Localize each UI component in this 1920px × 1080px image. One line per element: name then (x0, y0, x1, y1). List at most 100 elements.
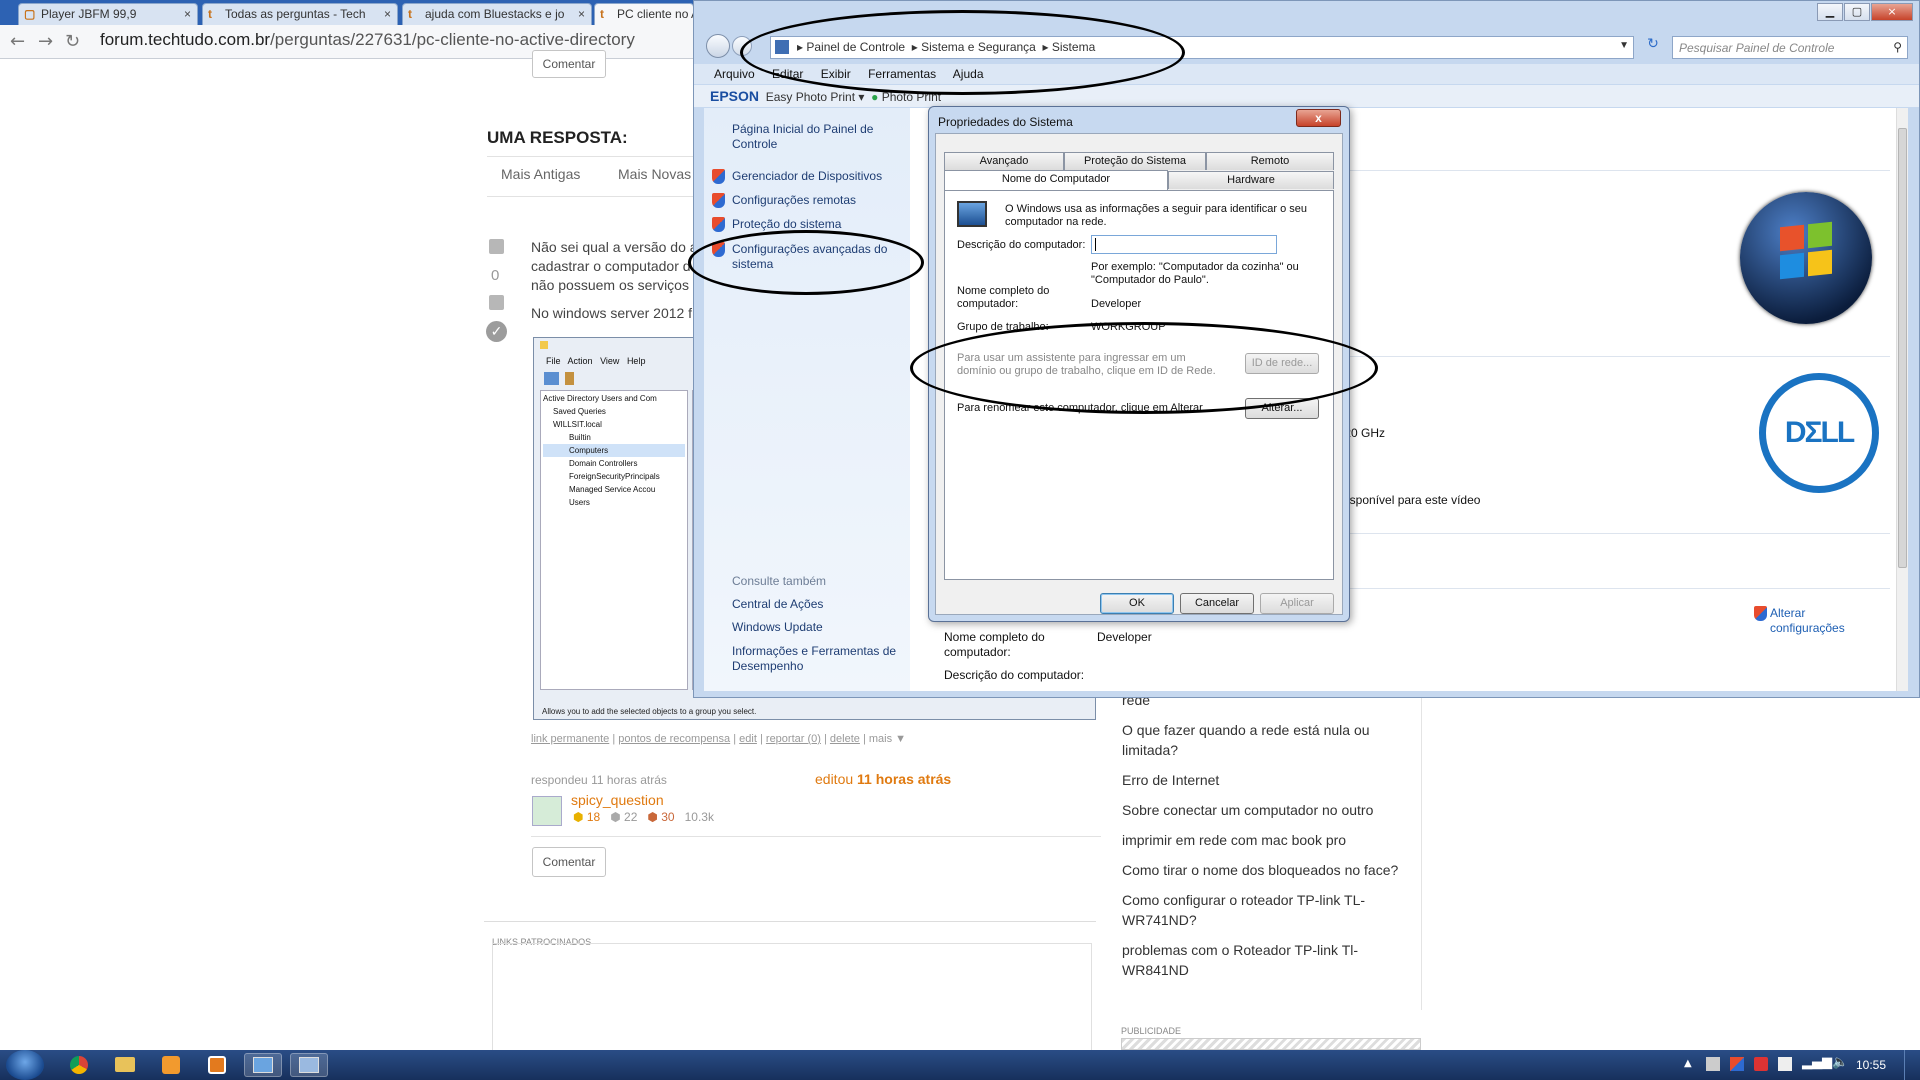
media-player-taskbar-icon[interactable] (152, 1053, 190, 1077)
taskbar: ▲ ▂▄▆ 🔈 10:55 (0, 1050, 1920, 1080)
see-also-windows-update[interactable]: Windows Update (732, 620, 823, 635)
security-icon[interactable] (1754, 1057, 1768, 1071)
related-question-link[interactable]: Como tirar o nome dos bloqueados no face… (1122, 860, 1411, 880)
explorer-taskbar-icon[interactable] (106, 1053, 144, 1077)
control-panel-taskbar-icon[interactable] (244, 1053, 282, 1077)
tab-hardware[interactable]: Hardware (1168, 171, 1334, 189)
related-question-link[interactable]: imprimir em rede com mac book pro (1122, 830, 1411, 850)
ad-tree-item: ForeignSecurityPrincipals (569, 472, 660, 481)
minimize-button[interactable]: ▁ (1817, 3, 1843, 21)
gold-count: 18 (586, 810, 601, 824)
show-hidden-icons[interactable]: ▲ (1684, 1058, 1692, 1069)
description-input[interactable] (1091, 235, 1277, 254)
answered-info: respondeu 11 horas atrás (531, 773, 667, 787)
tab-protecao-sistema[interactable]: Proteção do Sistema (1064, 152, 1206, 170)
system-properties-taskbar-icon[interactable] (290, 1053, 328, 1077)
scrollbar[interactable] (1896, 108, 1908, 691)
easy-photo-print-button[interactable]: Easy Photo Print (766, 90, 855, 104)
related-question-link[interactable]: Erro de Internet (1122, 770, 1411, 790)
sort-tab-newest[interactable]: Mais Novas (618, 166, 691, 182)
silver-badge-icon: ⬢ (610, 810, 621, 824)
reward-link[interactable]: pontos de recompensa (618, 733, 730, 745)
start-button[interactable] (6, 1050, 44, 1080)
tab-nome-computador[interactable]: Nome do Computador (944, 170, 1168, 190)
answer-text: Não sei qual a versão do a cadastrar o c… (531, 238, 701, 295)
app-taskbar-icon[interactable] (198, 1053, 236, 1077)
tab-bluestacks[interactable]: t ajuda com Bluestacks e jo × (402, 3, 592, 25)
sidebar-home-link[interactable]: Página Inicial do Painel de Controle (732, 122, 882, 152)
edited-label: editou (815, 771, 854, 787)
cancel-button[interactable]: Cancelar (1180, 593, 1254, 614)
update-icon[interactable] (1778, 1057, 1792, 1071)
forward-arrow-icon[interactable]: → (38, 31, 53, 52)
close-tab-icon[interactable]: × (578, 7, 585, 21)
user-points: 10.3k (684, 810, 714, 824)
menu-arquivo[interactable]: Arquivo (714, 67, 755, 81)
close-tab-icon[interactable]: × (384, 7, 391, 21)
close-tab-icon[interactable]: × (184, 7, 191, 21)
tab-title: PC cliente no A (617, 7, 694, 21)
related-question-link[interactable]: Sobre conectar um computador no outro (1122, 800, 1411, 820)
thumb-up-icon[interactable] (489, 239, 504, 254)
see-also-performance[interactable]: Informações e Ferramentas de Desempenho (732, 644, 902, 674)
search-icon[interactable]: ⚲ (1893, 40, 1902, 54)
thumb-down-icon[interactable] (489, 295, 504, 310)
tab-player-jbfm[interactable]: ▢ Player JBFM 99,9 × (18, 3, 198, 25)
back-arrow-icon[interactable]: ← (10, 31, 25, 52)
close-dialog-button[interactable]: x (1296, 109, 1341, 127)
sidebar-label: Proteção do sistema (732, 217, 842, 231)
sidebar-device-manager[interactable]: Gerenciador de Dispositivos (712, 169, 882, 184)
ok-button[interactable]: OK (1100, 593, 1174, 614)
change-settings-link[interactable]: Alterar configurações (1754, 606, 1870, 636)
bronze-count: 30 (661, 810, 675, 824)
related-question-link[interactable]: O que fazer quando a rede está nula ou l… (1122, 720, 1411, 760)
sort-tab-oldest[interactable]: Mais Antigas (501, 166, 580, 182)
close-window-button[interactable]: × (1871, 3, 1913, 21)
tab-todas-perguntas[interactable]: t Todas as perguntas - Tech × (202, 3, 398, 25)
related-question-link[interactable]: Como configurar o roteador TP-link TL-WR… (1122, 890, 1411, 930)
reload-icon[interactable]: ↻ (65, 31, 80, 52)
annotation-ellipse-breadcrumb (740, 10, 1185, 95)
ad-tree-item: Domain Controllers (569, 459, 638, 468)
permalink-link[interactable]: link permanente (531, 733, 609, 745)
ad-tree-item: Managed Service Accou (569, 485, 656, 494)
comment-button-bottom[interactable]: Comentar (532, 847, 606, 877)
tab-avancado[interactable]: Avançado (944, 152, 1064, 170)
silver-count: 22 (624, 810, 638, 824)
volume-icon[interactable]: 🔈 (1832, 1055, 1848, 1070)
publicidade-label: PUBLICIDADE (1121, 1026, 1182, 1036)
chrome-taskbar-icon[interactable] (60, 1053, 98, 1077)
tab-pc-cliente[interactable]: t PC cliente no A (594, 3, 694, 25)
edited-info: editou 11 horas atrás (815, 771, 951, 787)
network-flag-icon[interactable] (1706, 1057, 1720, 1071)
chevron-down-icon[interactable]: ▼ (1619, 40, 1629, 51)
maximize-button[interactable]: ▢ (1844, 3, 1870, 21)
report-link[interactable]: reportar (0) (766, 733, 821, 745)
avatar[interactable] (532, 796, 562, 826)
gold-badge-icon: ⬢ (573, 810, 584, 824)
refresh-icon[interactable]: ↻ (1642, 36, 1664, 59)
answered-time: 11 horas atrás (591, 773, 667, 787)
show-desktop-button[interactable] (1904, 1050, 1920, 1080)
edit-link[interactable]: edit (739, 733, 757, 745)
windows-flag-icon[interactable] (1730, 1057, 1744, 1071)
signal-icon[interactable]: ▂▄▆ (1802, 1055, 1832, 1070)
back-button[interactable] (706, 34, 730, 58)
scrollbar-thumb[interactable] (1898, 128, 1907, 568)
tab-remoto[interactable]: Remoto (1206, 152, 1334, 170)
sidebar-remote-settings[interactable]: Configurações remotas (712, 193, 856, 208)
apply-button[interactable]: Aplicar (1260, 593, 1334, 614)
vote-count: 0 (491, 267, 500, 284)
accept-answer-icon[interactable]: ✓ (486, 321, 507, 342)
shield-icon (712, 193, 725, 208)
more-menu[interactable]: mais ▼ (869, 733, 906, 745)
see-also-action-center[interactable]: Central de Ações (732, 597, 823, 612)
ad-tree-item: Active Directory Users and Com (543, 394, 657, 403)
clock[interactable]: 10:55 (1856, 1058, 1886, 1072)
search-input[interactable]: Pesquisar Painel de Controle ⚲ (1672, 36, 1908, 59)
ad-menu-item: File (546, 356, 561, 366)
delete-link[interactable]: delete (830, 733, 860, 745)
user-name-link[interactable]: spicy_question (571, 792, 664, 808)
related-question-link[interactable]: problemas com o Roteador TP-link Tl-WR84… (1122, 940, 1411, 980)
comment-button-top[interactable]: Comentar (532, 50, 606, 78)
